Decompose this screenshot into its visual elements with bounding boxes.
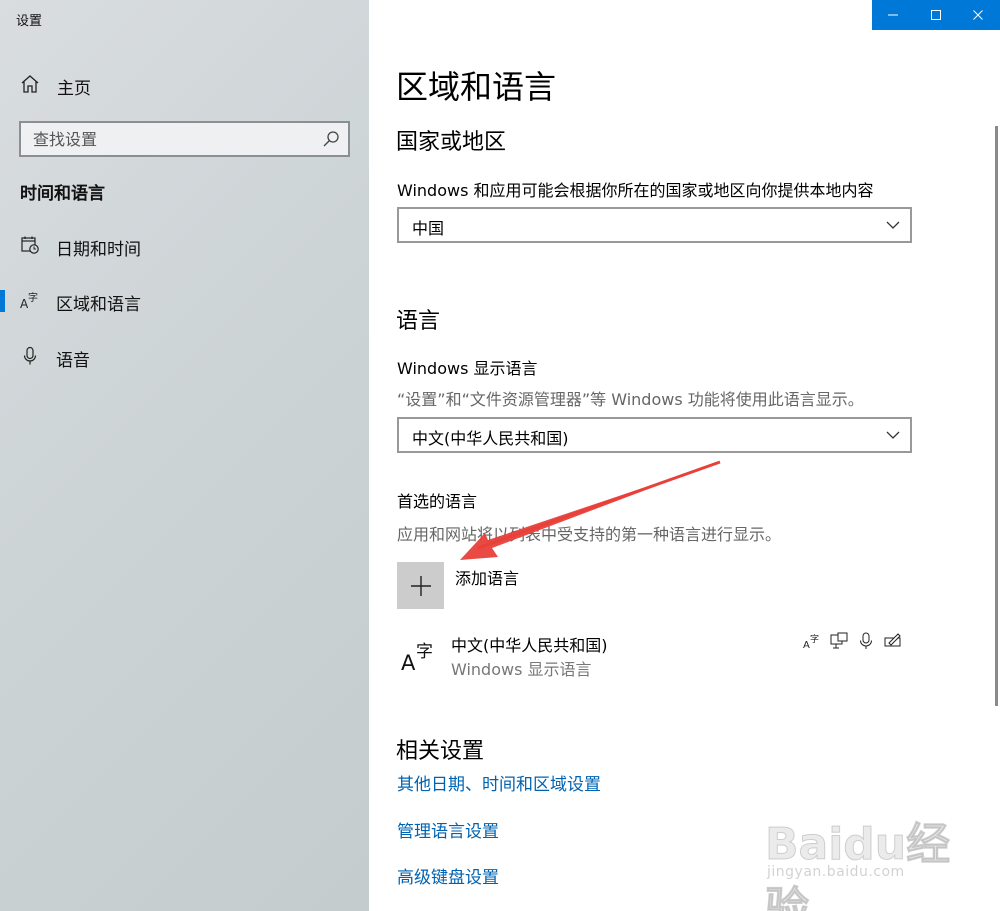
chevron-down-icon	[886, 221, 900, 229]
related-settings-heading: 相关设置	[396, 739, 485, 764]
display-icon	[830, 632, 848, 650]
link-manage-language-settings[interactable]: 管理语言设置	[397, 817, 499, 842]
language-icon: A 字	[20, 291, 38, 310]
language-name[interactable]: 中文(中华人民共和国)	[451, 632, 608, 656]
chevron-down-icon	[886, 431, 900, 439]
add-language-label[interactable]: 添加语言	[455, 565, 519, 589]
language-pack-icon: A字	[803, 632, 821, 651]
sidebar-item-label: 日期和时间	[56, 240, 141, 260]
svg-text:字: 字	[28, 291, 38, 304]
sidebar-item-region-language[interactable]: A 字 区域和语言	[0, 280, 369, 320]
display-language-dropdown[interactable]: 中文(中华人民共和国)	[397, 417, 912, 453]
preferred-languages-label: 首选的语言	[397, 492, 478, 511]
plus-icon	[410, 575, 431, 596]
svg-text:字: 字	[810, 633, 819, 645]
country-dropdown-value: 中国	[412, 219, 445, 238]
language-pack-icon[interactable]: A 字	[401, 637, 437, 673]
svg-text:A: A	[401, 651, 416, 673]
svg-text:字: 字	[416, 642, 433, 662]
language-sub-label: Windows 显示语言	[451, 660, 592, 679]
watermark-brand: Baidu经验	[765, 819, 951, 911]
sidebar-item-speech[interactable]: 语音	[0, 336, 369, 376]
sidebar-item-home[interactable]: 主页	[0, 64, 369, 104]
calendar-clock-icon	[21, 236, 39, 254]
scrollbar-thumb[interactable]	[995, 126, 998, 706]
sidebar-item-date-time[interactable]: 日期和时间	[0, 225, 369, 265]
search-input[interactable]	[21, 123, 311, 155]
home-icon	[21, 75, 39, 93]
search-icon[interactable]	[322, 130, 340, 148]
svg-text:A: A	[803, 640, 810, 650]
page-title: 区域和语言	[396, 68, 557, 106]
preferred-languages-description: 应用和网站将以列表中受支持的第一种语言进行显示。	[397, 525, 782, 544]
sidebar-item-label: 主页	[57, 79, 91, 99]
country-dropdown[interactable]: 中国	[397, 207, 912, 243]
display-language-label: Windows 显示语言	[397, 359, 538, 378]
country-heading: 国家或地区	[396, 130, 507, 155]
watermark: Baidu经验 jingyan.baidu.com	[765, 800, 955, 911]
display-language-dropdown-value: 中文(中华人民共和国)	[412, 429, 569, 448]
language-features: A字	[803, 632, 913, 652]
selection-indicator	[0, 290, 5, 312]
link-advanced-keyboard-settings[interactable]: 高级键盘设置	[397, 863, 499, 888]
search-box[interactable]	[19, 121, 350, 157]
microphone-icon	[23, 346, 37, 365]
window-title: 设置	[16, 14, 43, 29]
display-language-description: “设置”和“文件资源管理器”等 Windows 功能将使用此语言显示。	[397, 390, 864, 409]
link-additional-date-time-region[interactable]: 其他日期、时间和区域设置	[397, 770, 601, 795]
speech-icon	[857, 632, 875, 650]
handwriting-icon	[884, 632, 902, 650]
sidebar-item-label: 语音	[56, 351, 90, 371]
main-content: 区域和语言 国家或地区 Windows 和应用可能会根据你所在的国家或地区向你提…	[369, 0, 1000, 911]
sidebar-section-title: 时间和语言	[20, 184, 105, 204]
add-language-button[interactable]	[397, 562, 444, 609]
sidebar: 设置 主页 时间和语言 日期和时间 A 字 区域和语言	[0, 0, 369, 911]
language-heading: 语言	[396, 309, 441, 334]
country-description: Windows 和应用可能会根据你所在的国家或地区向你提供本地内容	[397, 181, 874, 200]
watermark-url: jingyan.baidu.com	[767, 864, 905, 880]
sidebar-item-label: 区域和语言	[56, 295, 141, 315]
